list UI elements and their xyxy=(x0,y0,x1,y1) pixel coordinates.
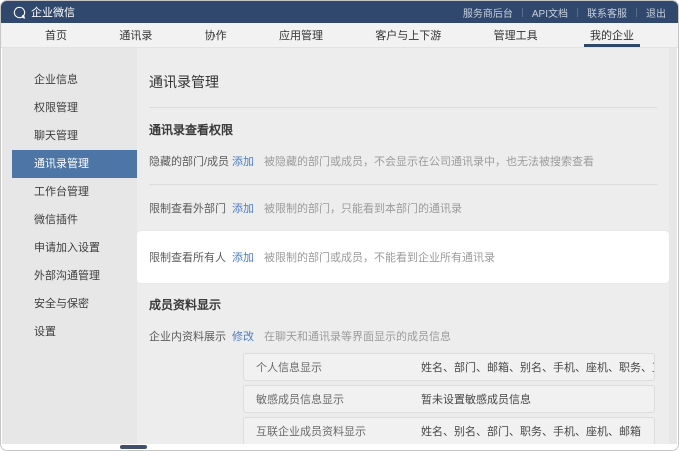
page-title: 通讯录管理 xyxy=(149,48,669,92)
wecom-logo-text: 企业微信 xyxy=(31,4,75,20)
add-hidden-button[interactable]: 添加 xyxy=(232,153,254,169)
section-heading-member-profile: 成员资料显示 xyxy=(149,296,669,313)
row-label: 隐藏的部门/成员 xyxy=(149,153,232,169)
sidebar-item-wechat-plugin[interactable]: 微信插件 xyxy=(12,206,137,234)
nav-item-collaboration[interactable]: 协作 xyxy=(195,23,237,47)
wecom-logo[interactable]: 企业微信 xyxy=(13,4,75,20)
sidebar: 企业信息 权限管理 聊天管理 通讯录管理 工作台管理 微信插件 申请加入设置 外… xyxy=(12,48,137,444)
horizontal-scrollbar-thumb[interactable] xyxy=(120,445,147,449)
add-restricted-member-button[interactable]: 添加 xyxy=(232,249,254,265)
nav-item-customers[interactable]: 客户与上下游 xyxy=(365,23,451,47)
row-label: 限制查看外部门 xyxy=(149,200,232,216)
subrow-value: 姓名、别名、部门、职务、手机、座机、邮箱 xyxy=(421,423,641,439)
subrow-label: 个人信息显示 xyxy=(244,359,421,375)
divider xyxy=(149,107,657,108)
nav-item-contacts[interactable]: 通讯录 xyxy=(109,23,162,47)
row-hidden-departments: 隐藏的部门/成员 添加 被隐藏的部门或成员，不会显示在公司通讯录中，也无法被搜索… xyxy=(149,138,669,184)
profile-display-table: 个人信息显示 姓名、部门、邮箱、别名、手机、座机、职务、直属上级、官网、测...… xyxy=(149,353,669,444)
wecom-logo-icon xyxy=(13,6,26,19)
nav-item-admin-tools[interactable]: 管理工具 xyxy=(484,23,548,47)
top-link-service-console[interactable]: 服务商后台 xyxy=(463,5,513,20)
sidebar-item-chat-management[interactable]: 聊天管理 xyxy=(12,122,137,150)
nav-item-app-management[interactable]: 应用管理 xyxy=(269,23,333,47)
subrow-personal-info: 个人信息显示 姓名、部门、邮箱、别名、手机、座机、职务、直属上级、官网、测... xyxy=(243,353,655,381)
row-description: 被限制的部门或成员，不能看到企业所有通讯录 xyxy=(264,249,495,265)
main-nav: 首页 通讯录 协作 应用管理 客户与上下游 管理工具 我的企业 xyxy=(1,23,678,48)
row-description: 被限制的部门，只能看到本部门的通讯录 xyxy=(264,200,462,216)
row-label: 限制查看所有人 xyxy=(149,249,232,265)
nav-item-my-company[interactable]: 我的企业 xyxy=(580,23,644,47)
add-restricted-department-button[interactable]: 添加 xyxy=(232,200,254,216)
nav-item-home[interactable]: 首页 xyxy=(35,23,77,47)
sidebar-item-settings[interactable]: 设置 xyxy=(12,318,137,346)
row-description: 在聊天和通讯录等界面显示的成员信息 xyxy=(264,328,451,344)
subrow-linked-company-profile: 互联企业成员资料显示 姓名、别名、部门、职务、手机、座机、邮箱 xyxy=(243,417,655,444)
sidebar-item-join-settings[interactable]: 申请加入设置 xyxy=(12,234,137,262)
subrow-label: 敏感成员信息显示 xyxy=(244,391,421,407)
row-internal-profile: 企业内资料展示 修改 在聊天和通讯录等界面显示的成员信息 xyxy=(149,313,669,348)
highlighted-row-band: 限制查看所有人 添加 被限制的部门或成员，不能看到企业所有通讯录 xyxy=(137,231,669,283)
top-link-api-docs[interactable]: API文档 xyxy=(532,5,568,20)
main-content: 通讯录管理 通讯录查看权限 隐藏的部门/成员 添加 被隐藏的部门或成员，不会显示… xyxy=(137,48,669,444)
subrow-label: 互联企业成员资料显示 xyxy=(244,423,421,439)
sidebar-item-security[interactable]: 安全与保密 xyxy=(12,290,137,318)
row-restrict-view-everyone: 限制查看所有人 添加 被限制的部门或成员，不能看到企业所有通讯录 xyxy=(149,234,669,280)
sidebar-item-company-info[interactable]: 企业信息 xyxy=(12,66,137,94)
subrow-sensitive-info: 敏感成员信息显示 暂未设置敏感成员信息 xyxy=(243,385,655,413)
top-bar: 企业微信 服务商后台 API文档 联系客服 退出 xyxy=(1,1,678,23)
row-description: 被隐藏的部门或成员，不会显示在公司通讯录中，也无法被搜索查看 xyxy=(264,153,594,169)
sidebar-item-contacts-management[interactable]: 通讯录管理 xyxy=(12,150,137,178)
top-link-divider xyxy=(522,8,523,17)
top-links: 服务商后台 API文档 联系客服 退出 xyxy=(463,5,666,20)
subrow-value: 姓名、部门、邮箱、别名、手机、座机、职务、直属上级、官网、测... xyxy=(421,359,654,375)
top-link-divider xyxy=(577,8,578,17)
top-link-divider xyxy=(636,8,637,17)
modify-profile-button[interactable]: 修改 xyxy=(232,328,254,344)
section-heading-view-permission: 通讯录查看权限 xyxy=(149,121,669,138)
sidebar-item-workbench[interactable]: 工作台管理 xyxy=(12,178,137,206)
sidebar-item-external-communication[interactable]: 外部沟通管理 xyxy=(12,262,137,290)
row-restrict-other-departments: 限制查看外部门 添加 被限制的部门，只能看到本部门的通讯录 xyxy=(149,185,669,231)
app-window: 企业微信 服务商后台 API文档 联系客服 退出 首页 通讯录 协作 应用管理 … xyxy=(0,0,679,451)
page-body: 企业信息 权限管理 聊天管理 通讯录管理 工作台管理 微信插件 申请加入设置 外… xyxy=(2,48,677,444)
sidebar-item-permissions[interactable]: 权限管理 xyxy=(12,94,137,122)
top-link-logout[interactable]: 退出 xyxy=(646,5,666,20)
row-label: 企业内资料展示 xyxy=(149,328,232,344)
top-link-contact-support[interactable]: 联系客服 xyxy=(587,5,627,20)
subrow-value: 暂未设置敏感成员信息 xyxy=(421,391,531,407)
